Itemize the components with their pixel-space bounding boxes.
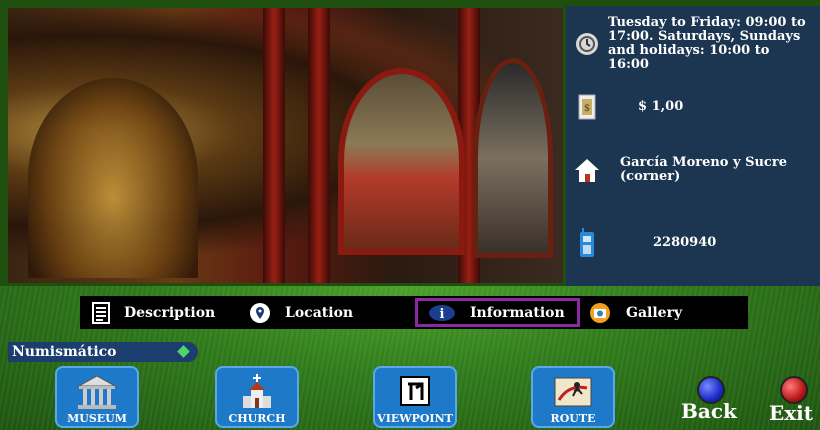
hours-text: Tuesday to Friday: 09:00 to 17:00. Satur…: [608, 15, 806, 72]
church-label: CHURCH: [228, 412, 286, 425]
tab-location[interactable]: Location: [235, 298, 415, 327]
tab-information-label: Information: [470, 304, 565, 321]
address-row: García Moreno y Sucre (corner): [566, 156, 820, 184]
tab-description-label: Description: [124, 304, 216, 321]
price-row: $ $ 1,00: [566, 94, 820, 120]
document-icon: [92, 301, 110, 324]
church-interior-photo: [8, 8, 563, 283]
route-button[interactable]: ROUTE: [531, 366, 615, 428]
hours-row: Tuesday to Friday: 09:00 to 17:00. Satur…: [566, 16, 820, 72]
price-text: $ 1,00: [638, 99, 684, 114]
viewpoint-icon: [400, 376, 430, 406]
phone-icon: [566, 228, 608, 258]
info-panel: Tuesday to Friday: 09:00 to 17:00. Satur…: [566, 6, 820, 286]
diamond-icon: [177, 345, 190, 358]
back-label: Back: [681, 399, 737, 423]
phone-row: 2280940: [566, 228, 820, 258]
tab-information[interactable]: i Information: [415, 298, 580, 327]
breadcrumb: Numismático: [8, 342, 198, 362]
money-icon: $: [566, 94, 608, 120]
viewpoint-button[interactable]: VIEWPOINT: [373, 366, 457, 428]
house-icon: [566, 157, 608, 183]
museum-icon: [77, 375, 117, 409]
camera-icon: [588, 302, 612, 324]
address-text: García Moreno y Sucre (corner): [620, 155, 787, 184]
viewpoint-label: VIEWPOINT: [377, 412, 453, 425]
clock-icon: [566, 32, 608, 56]
route-icon: [554, 377, 592, 407]
phone-text: 2280940: [653, 235, 717, 250]
church-button[interactable]: CHURCH: [215, 366, 299, 428]
info-icon: i: [428, 304, 456, 322]
tab-location-label: Location: [285, 304, 354, 321]
tab-gallery[interactable]: Gallery: [580, 298, 740, 327]
route-label: ROUTE: [550, 412, 596, 425]
church-icon: [243, 374, 271, 408]
tab-gallery-label: Gallery: [626, 304, 683, 321]
tab-bar: Description Location i Information Galle…: [80, 296, 748, 329]
breadcrumb-label: Numismático: [12, 344, 117, 360]
museum-button[interactable]: MUSEUM: [55, 366, 139, 428]
tab-description[interactable]: Description: [80, 298, 235, 327]
museum-label: MUSEUM: [67, 412, 127, 425]
svg-text:i: i: [440, 307, 445, 322]
svg-text:$: $: [584, 103, 590, 114]
exit-circle-icon: [780, 376, 808, 404]
exit-label: Exit: [769, 401, 814, 425]
map-pin-icon: [249, 302, 271, 324]
